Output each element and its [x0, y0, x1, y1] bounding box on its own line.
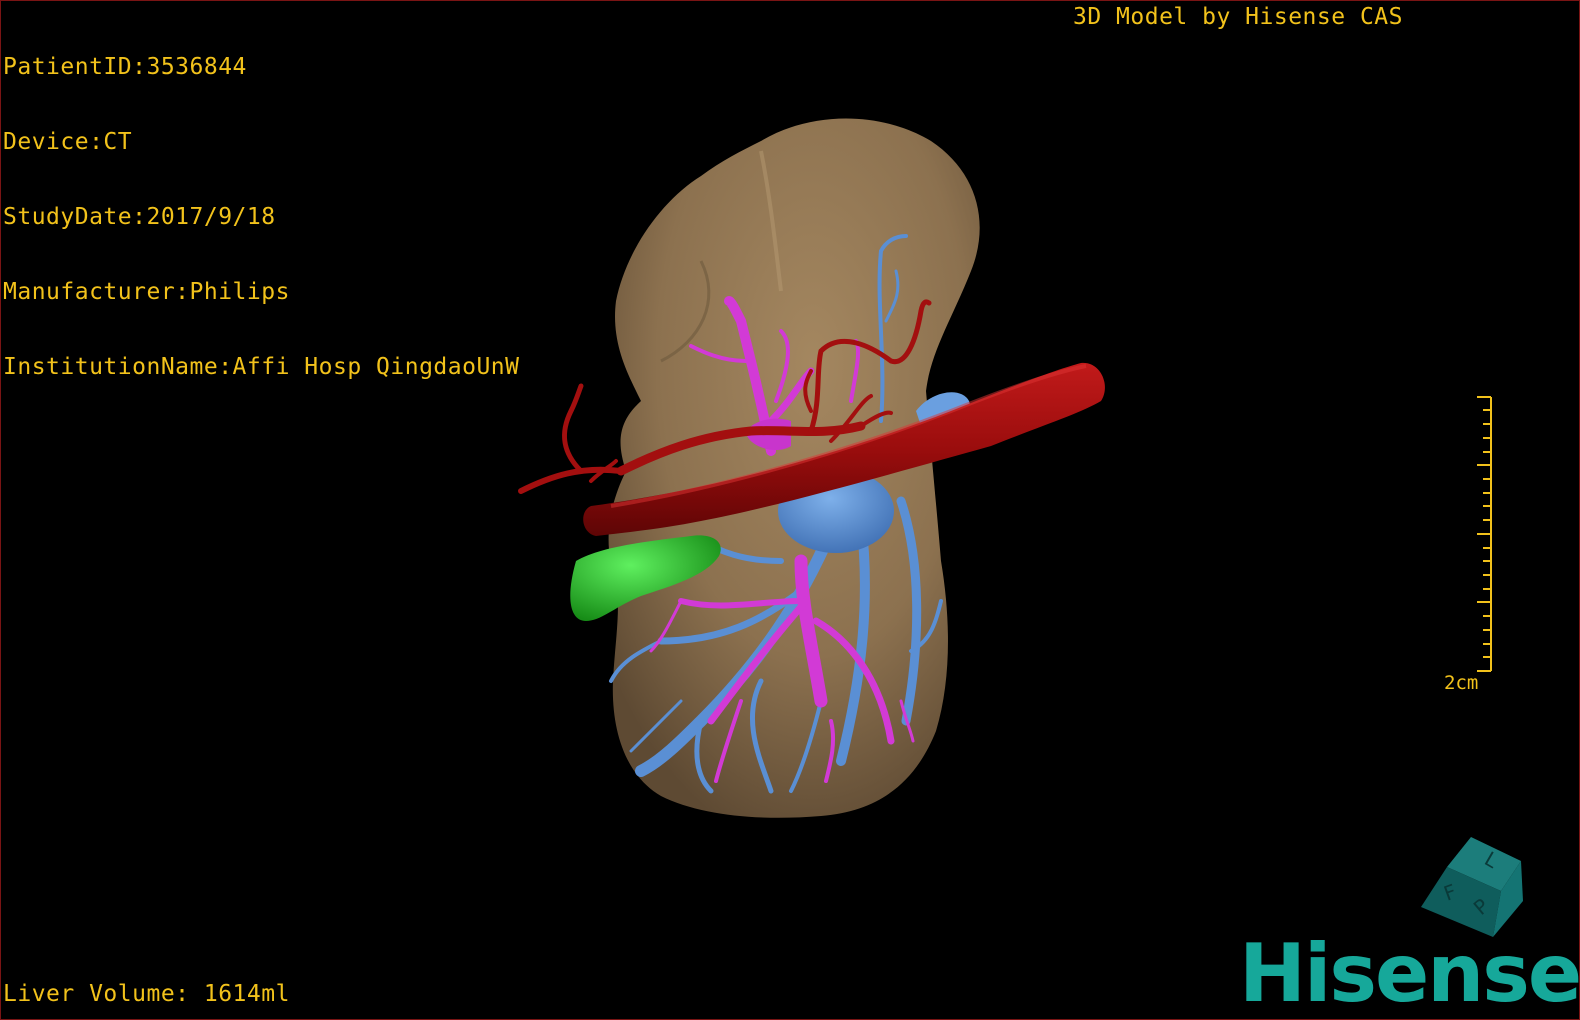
scale-bar-label: 2cm [1444, 672, 1479, 694]
orientation-cube-icon[interactable]: F L P [1421, 837, 1523, 937]
patient-id-text: PatientID:3536844 [3, 54, 247, 80]
3d-viewport[interactable]: F L P PatientID:3536844 Device:CT StudyD… [0, 0, 1580, 1020]
model-credit-text: 3D Model by Hisense CAS [1073, 4, 1403, 30]
device-text: Device:CT [3, 129, 133, 155]
liver-volume-text: Liver Volume: 1614ml [3, 981, 290, 1007]
hisense-logo: Hisense [1239, 927, 1580, 1020]
study-date-text: StudyDate:2017/9/18 [3, 204, 276, 230]
institution-text: InstitutionName:Affi Hosp QingdaoUnW [3, 354, 520, 380]
scale-bar [1477, 396, 1492, 672]
patient-info-block: PatientID:3536844 Device:CT StudyDate:20… [3, 5, 520, 430]
manufacturer-text: Manufacturer:Philips [3, 279, 290, 305]
